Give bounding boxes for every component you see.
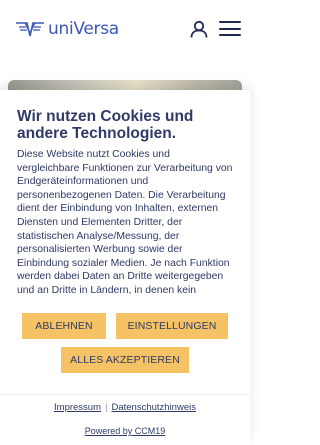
user-icon[interactable] (190, 20, 208, 38)
cookie-description: Diese Website nutzt Cookies und vergleic… (17, 149, 233, 294)
link-separator: | (105, 402, 108, 413)
logo-text: uniVersa (48, 18, 119, 39)
cookie-footer-links: Impressum | Datenschutzhinweis (0, 402, 250, 414)
hamburger-menu-icon[interactable] (219, 21, 241, 37)
logo[interactable]: uniVersa (15, 14, 119, 44)
powered-by: Powered by CCM19 (0, 426, 250, 436)
privacy-link[interactable]: Datenschutzhinweis (111, 402, 196, 413)
settings-button[interactable]: EINSTELLUNGEN (116, 313, 228, 339)
site-header: uniVersa (0, 0, 250, 60)
powered-by-link[interactable]: Powered by CCM19 (85, 426, 166, 436)
cookie-consent-dialog: Wir nutzen Cookies und andere Technologi… (0, 90, 250, 445)
imprint-link[interactable]: Impressum (54, 402, 101, 413)
divider (0, 394, 250, 395)
accept-all-button[interactable]: ALLES AKZEPTIEREN (61, 347, 189, 373)
cookie-title: Wir nutzen Cookies und andere Technologi… (17, 108, 194, 142)
decline-button[interactable]: ABLEHNEN (22, 313, 106, 339)
logo-wings-icon (16, 22, 44, 37)
